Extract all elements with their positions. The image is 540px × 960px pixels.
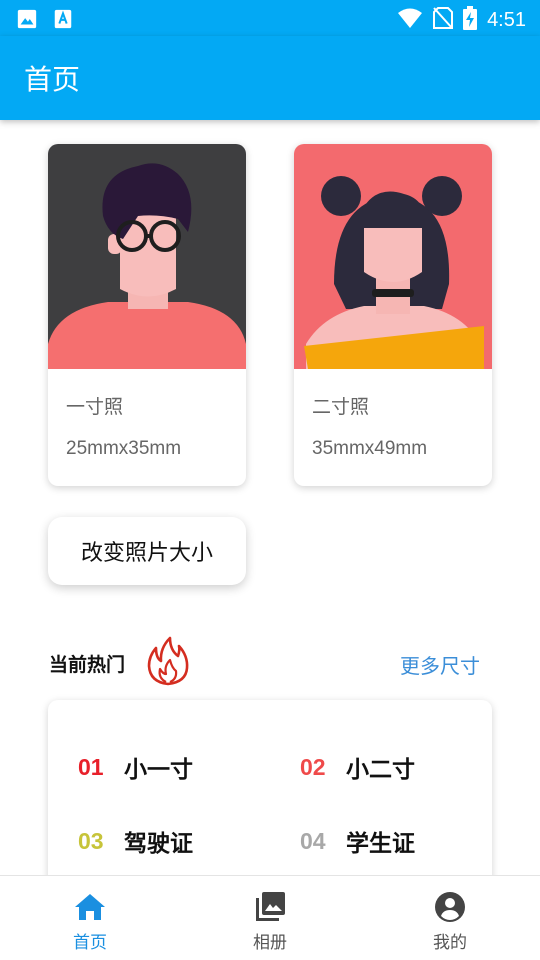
hot-item-label: 小二寸 [346, 757, 415, 783]
more-sizes-link[interactable]: 更多尺寸 [400, 650, 480, 679]
nav-label: 我的 [433, 933, 467, 953]
clock: 4:51 [487, 8, 526, 31]
hot-item-label: 学生证 [346, 831, 415, 857]
nav-item-me[interactable]: 我的 [390, 876, 510, 960]
photo-type-name: 二寸照 [312, 396, 370, 418]
photo-type-size: 25mmx35mm [66, 438, 182, 459]
home-icon [74, 890, 106, 924]
nav-label: 首页 [73, 933, 107, 953]
photo-type-card-1inch[interactable]: 一寸照 25mmx35mm [48, 144, 246, 486]
no-sim-icon [433, 7, 454, 33]
nav-item-album[interactable]: 相册 [210, 876, 330, 960]
bottom-navigation: 首页 相册 我的 [0, 875, 540, 960]
photo-library-icon [254, 890, 286, 924]
status-bar: 4:51 [0, 0, 540, 36]
battery-charging-icon [463, 6, 478, 34]
hot-item-rank: 04 [300, 827, 326, 854]
hot-item[interactable]: 02 小二寸 [300, 750, 415, 784]
account-circle-icon [434, 890, 466, 924]
wifi-icon [397, 7, 423, 33]
photo-type-card-2inch[interactable]: 二寸照 35mmx49mm [294, 144, 492, 486]
nav-item-home[interactable]: 首页 [30, 876, 150, 960]
hot-item-label: 小一寸 [124, 757, 193, 783]
hot-item-label: 驾驶证 [124, 831, 193, 857]
photo-type-size: 35mmx49mm [312, 438, 428, 459]
female-avatar-illustration [294, 144, 492, 369]
hot-item-rank: 02 [300, 753, 326, 780]
app-bar: 首页 [0, 36, 540, 120]
hot-item-rank: 03 [78, 827, 104, 854]
hot-item[interactable]: 01 小一寸 [78, 750, 193, 784]
photo-type-name: 一寸照 [66, 396, 124, 418]
hot-item[interactable]: 03 驾驶证 [78, 824, 193, 858]
fire-icon [146, 636, 190, 690]
hot-section-title: 当前热门 [49, 654, 126, 676]
hot-item-rank: 01 [78, 753, 104, 780]
change-photo-size-button[interactable]: 改变照片大小 [48, 517, 246, 585]
page-title: 首页 [24, 63, 81, 96]
male-avatar-illustration [48, 144, 246, 369]
app-a-icon [52, 8, 74, 34]
nav-label: 相册 [253, 933, 287, 953]
image-icon [16, 8, 38, 34]
hot-item[interactable]: 04 学生证 [300, 824, 415, 858]
